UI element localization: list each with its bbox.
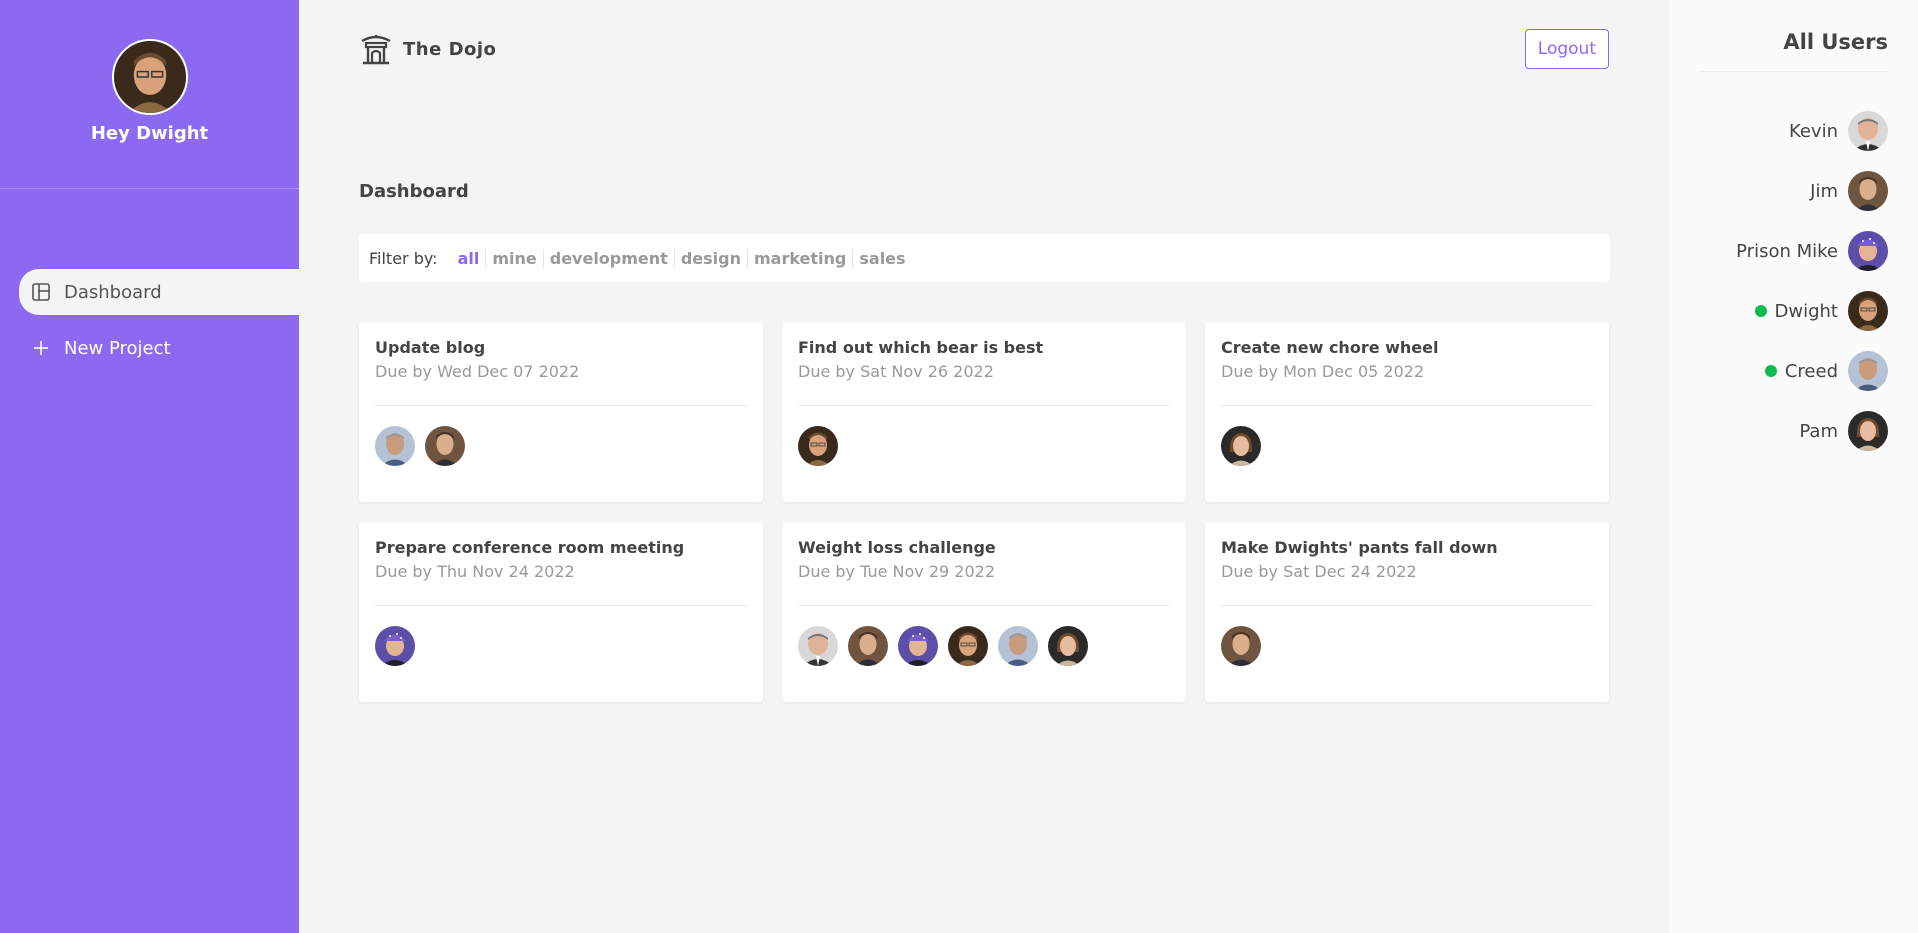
sidebar-nav: Dashboard New Project [0, 269, 299, 371]
divider [798, 405, 1170, 406]
sidebar-item-label: Dashboard [64, 281, 162, 303]
sidebar-item-label: New Project [64, 337, 171, 359]
project-list: Update blog Due by Wed Dec 07 2022 Find … [359, 322, 1610, 702]
avatar [1221, 626, 1261, 666]
project-card[interactable]: Weight loss challenge Due by Tue Nov 29 … [782, 522, 1186, 702]
user-greeting: Hey Dwight [90, 123, 209, 144]
avatar [948, 626, 988, 666]
divider [375, 405, 747, 406]
sidebar: Hey Dwight Dashboard New Project [0, 0, 299, 933]
avatar [1848, 231, 1888, 271]
online-status-dot [1764, 365, 1777, 377]
project-title: Create new chore wheel [1221, 338, 1439, 357]
avatar [1848, 351, 1888, 391]
user-item-kevin: Kevin [1789, 111, 1888, 151]
assigned-users [798, 626, 1170, 666]
plus-icon [31, 338, 51, 358]
sidebar-user: Hey Dwight [0, 0, 299, 189]
page-title: Dashboard [359, 181, 469, 202]
divider [1221, 405, 1593, 406]
brand[interactable]: The Dojo [359, 32, 496, 66]
project-due-date: Due by Sat Nov 26 2022 [798, 362, 994, 381]
user-name: Kevin [1788, 120, 1838, 142]
project-due-date: Due by Sat Dec 24 2022 [1221, 562, 1417, 581]
avatar [1221, 426, 1261, 466]
project-title: Weight loss challenge [798, 538, 996, 557]
avatar [375, 426, 415, 466]
filter-all[interactable]: all [452, 248, 487, 268]
logout-button[interactable]: Logout [1524, 29, 1609, 69]
avatar [1848, 291, 1888, 331]
filter-design[interactable]: design [675, 248, 748, 268]
project-due-date: Due by Thu Nov 24 2022 [375, 562, 575, 581]
filter-label: Filter by: [369, 248, 438, 268]
project-filter: Filter by: all mine development design m… [359, 234, 1610, 282]
assigned-users [798, 426, 1170, 466]
divider [375, 605, 747, 606]
avatar [1848, 171, 1888, 211]
assigned-users [1221, 426, 1593, 466]
sidebar-item-new-project[interactable]: New Project [19, 325, 299, 371]
filter-mine[interactable]: mine [486, 248, 544, 268]
online-status-dot [1754, 305, 1767, 317]
assigned-users [375, 626, 747, 666]
user-name: Creed [1784, 360, 1838, 382]
project-due-date: Due by Tue Nov 29 2022 [798, 562, 995, 581]
avatar [798, 426, 838, 466]
project-title: Make Dwights' pants fall down [1221, 538, 1498, 557]
project-title: Update blog [375, 338, 486, 357]
divider [1699, 71, 1888, 72]
project-title: Find out which bear is best [798, 338, 1044, 357]
avatar [375, 626, 415, 666]
avatar [998, 626, 1038, 666]
avatar [1048, 626, 1088, 666]
users-panel-title: All Users [1783, 30, 1888, 54]
avatar [1848, 411, 1888, 451]
project-due-date: Due by Wed Dec 07 2022 [375, 362, 580, 381]
assigned-users [375, 426, 747, 466]
divider [1221, 605, 1593, 606]
avatar [1848, 111, 1888, 151]
user-item-dwight: Dwight [1754, 291, 1888, 331]
project-card[interactable]: Update blog Due by Wed Dec 07 2022 [359, 322, 763, 502]
user-name: Jim [1810, 180, 1838, 202]
temple-icon [359, 32, 393, 66]
user-item-jim: Jim [1810, 171, 1888, 211]
avatar [848, 626, 888, 666]
sidebar-item-dashboard[interactable]: Dashboard [19, 269, 299, 315]
user-name: Dwight [1774, 300, 1838, 322]
filter-development[interactable]: development [544, 248, 675, 268]
user-item-creed: Creed [1764, 351, 1888, 391]
current-user-avatar [111, 39, 188, 115]
assigned-users [1221, 626, 1593, 666]
project-due-date: Due by Mon Dec 05 2022 [1221, 362, 1425, 381]
project-card[interactable]: Prepare conference room meeting Due by T… [359, 522, 763, 702]
user-name: Prison Mike [1736, 240, 1838, 262]
avatar [898, 626, 938, 666]
project-card[interactable]: Find out which bear is best Due by Sat N… [782, 322, 1186, 502]
main-content: The Dojo Logout Dashboard Filter by: all… [299, 0, 1669, 933]
filter-sales[interactable]: sales [853, 249, 911, 268]
project-card[interactable]: Create new chore wheel Due by Mon Dec 05… [1205, 322, 1609, 502]
user-item-prison-mike: Prison Mike [1736, 231, 1888, 271]
user-item-pam: Pam [1799, 411, 1888, 451]
avatar [425, 426, 465, 466]
dashboard-icon [31, 282, 51, 302]
users-panel: All Users Kevin Jim Prison Mike Dwight C… [1669, 0, 1918, 933]
brand-name: The Dojo [403, 38, 497, 60]
user-name: Pam [1799, 420, 1838, 442]
project-card[interactable]: Make Dwights' pants fall down Due by Sat… [1205, 522, 1609, 702]
navbar: The Dojo Logout [359, 28, 1609, 70]
filter-marketing[interactable]: marketing [748, 248, 854, 268]
avatar [798, 626, 838, 666]
divider [798, 605, 1170, 606]
project-title: Prepare conference room meeting [375, 538, 685, 557]
